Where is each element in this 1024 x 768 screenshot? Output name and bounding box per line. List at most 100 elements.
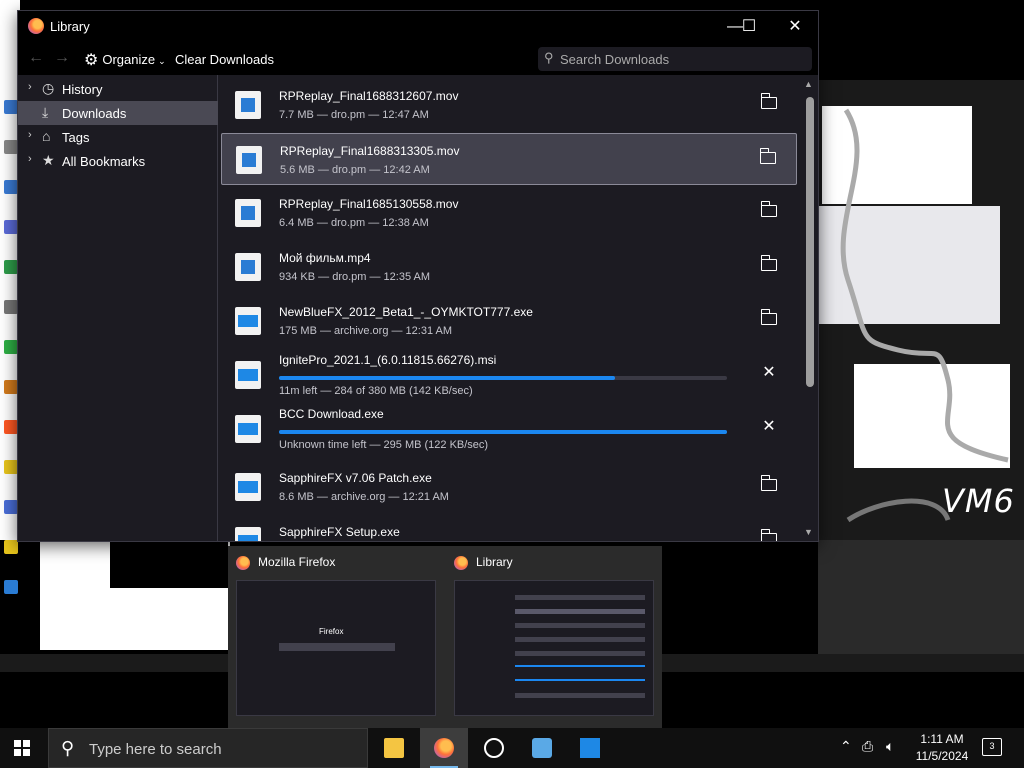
desktop-app-icon[interactable] xyxy=(4,100,18,114)
organize-button[interactable]: ⚙ Organize ⌄ xyxy=(84,50,166,70)
folder-icon[interactable] xyxy=(760,201,777,217)
preview-row xyxy=(515,693,645,698)
folder-icon[interactable] xyxy=(760,255,777,271)
download-item[interactable]: Мой фильм.mp4 934 KB — dro.pm — 12:35 AM xyxy=(221,241,797,293)
taskbar-firefox[interactable] xyxy=(420,728,468,768)
thumbnail-library[interactable]: Library xyxy=(446,546,662,728)
scroll-up-arrow[interactable]: ▲ xyxy=(804,79,813,89)
window-title: Library xyxy=(50,19,90,34)
forward-button[interactable]: → xyxy=(54,49,70,67)
taskbar-sync-app[interactable] xyxy=(470,728,518,768)
folder-icon[interactable] xyxy=(760,93,777,109)
taskbar-video-editor[interactable] xyxy=(566,728,614,768)
firefox-icon xyxy=(454,556,468,570)
cancel-icon[interactable]: ✕ xyxy=(759,417,779,437)
preview-row xyxy=(515,609,645,614)
desktop-app-icon[interactable] xyxy=(4,340,18,354)
desktop-app-icon[interactable] xyxy=(4,540,18,554)
firefox-icon xyxy=(434,738,454,758)
chevron-right-icon[interactable]: › xyxy=(28,153,32,165)
video-editor-icon xyxy=(580,738,600,758)
preview-row xyxy=(515,637,645,642)
desktop-app-icon[interactable] xyxy=(4,220,18,234)
sidebar-item-downloads[interactable]: ⤓ Downloads xyxy=(18,101,218,125)
download-progress-bar xyxy=(279,376,727,380)
search-icon: ⚲ xyxy=(544,50,554,65)
folder-icon[interactable] xyxy=(760,529,777,541)
desktop-app-icon[interactable] xyxy=(4,500,18,514)
tag-icon: ⌂ xyxy=(42,128,51,144)
desktop-app-icon[interactable] xyxy=(4,420,18,434)
folder-icon[interactable] xyxy=(760,309,777,325)
download-item[interactable]: SapphireFX v7.06 Patch.exe 8.6 MB — arch… xyxy=(221,461,797,513)
wallpaper-art xyxy=(818,80,1024,540)
desktop-app-icon[interactable] xyxy=(4,140,18,154)
desktop-app-icon[interactable] xyxy=(4,460,18,474)
download-item[interactable]: RPReplay_Final1688313305.mov 5.6 MB — dr… xyxy=(221,133,797,185)
sync-icon xyxy=(484,738,504,758)
desktop-app-icon[interactable] xyxy=(4,260,18,274)
wallpaper-art-lower xyxy=(818,540,1024,660)
scrollbar-thumb[interactable] xyxy=(806,97,814,387)
preview-row xyxy=(515,623,645,628)
notification-icon[interactable]: 3 xyxy=(982,738,1002,756)
preview-search-bar xyxy=(279,643,395,651)
network-icon[interactable]: ⎙ xyxy=(862,738,873,755)
sidebar-item-tags[interactable]: › ⌂ Tags xyxy=(18,125,218,149)
taskbar-thumbnail-popup: Mozilla Firefox Firefox Library xyxy=(228,546,662,728)
taskbar-clock[interactable]: 1:11 AM 11/5/2024 xyxy=(912,731,972,765)
chevron-up-icon[interactable]: ⌃ xyxy=(840,738,852,755)
preview-row xyxy=(515,651,645,656)
taskbar-media-app[interactable] xyxy=(518,728,566,768)
scroll-down-arrow[interactable]: ▼ xyxy=(804,527,813,537)
download-item[interactable]: NewBlueFX_2012_Beta1_-_OYMKTOT777.exe 17… xyxy=(221,295,797,347)
back-button[interactable]: ← xyxy=(28,49,44,67)
download-item[interactable]: BCC Download.exe Unknown time left — 295… xyxy=(221,403,797,455)
clear-downloads-button[interactable]: Clear Downloads xyxy=(175,52,274,67)
preview-progress xyxy=(515,679,645,681)
firefox-icon xyxy=(236,556,250,570)
wallpaper-text: VM6 xyxy=(942,482,1015,520)
download-filename: RPReplay_Final1685130558.mov xyxy=(279,197,459,211)
maximize-button[interactable]: ☐ xyxy=(732,15,766,39)
thumbnail-preview: Firefox xyxy=(236,580,436,716)
video-file-icon xyxy=(236,146,262,174)
thumbnail-mozilla-firefox[interactable]: Mozilla Firefox Firefox xyxy=(228,546,444,728)
sidebar-item-all-bookmarks[interactable]: › ★ All Bookmarks xyxy=(18,149,218,173)
download-filename: RPReplay_Final1688312607.mov xyxy=(279,89,459,103)
download-item[interactable]: RPReplay_Final1685130558.mov 6.4 MB — dr… xyxy=(221,187,797,239)
video-file-icon xyxy=(235,199,261,227)
download-filename: SapphireFX Setup.exe xyxy=(279,525,400,539)
download-filename: BCC Download.exe xyxy=(279,407,384,421)
volume-icon[interactable]: 🔈︎ xyxy=(886,738,894,755)
desktop-app-icon[interactable] xyxy=(4,580,18,594)
sidebar-item-label: All Bookmarks xyxy=(62,154,146,169)
scrollbar[interactable]: ▲ ▼ xyxy=(800,75,818,541)
folder-icon[interactable] xyxy=(759,148,776,164)
search-downloads-input[interactable] xyxy=(560,50,800,68)
windows-start-icon[interactable] xyxy=(14,740,30,756)
taskbar-search-placeholder: Type here to search xyxy=(89,741,222,758)
desktop-app-icon[interactable] xyxy=(4,380,18,394)
search-box[interactable]: ⚲ xyxy=(538,47,812,71)
download-status: 11m left — 284 of 380 MB (142 KB/sec) xyxy=(279,385,473,397)
download-item[interactable]: SapphireFX Setup.exe xyxy=(221,515,797,541)
chevron-right-icon[interactable]: › xyxy=(28,129,32,141)
folder-icon[interactable] xyxy=(760,475,777,491)
download-item[interactable]: RPReplay_Final1688312607.mov 7.7 MB — dr… xyxy=(221,79,797,131)
taskbar-search-box[interactable]: ⚲ Type here to search xyxy=(48,728,368,768)
sidebar-item-history[interactable]: › ◷ History xyxy=(18,77,218,101)
clock-time: 1:11 AM xyxy=(920,732,964,746)
close-button[interactable]: ✕ xyxy=(778,15,812,39)
thumbnail-title: Library xyxy=(476,555,513,569)
download-item[interactable]: IgnitePro_2021.1_(6.0.11815.66276).msi 1… xyxy=(221,349,797,401)
chevron-right-icon[interactable]: › xyxy=(28,81,32,93)
download-filename: Мой фильм.mp4 xyxy=(279,251,371,265)
desktop-app-icon[interactable] xyxy=(4,180,18,194)
title-bar[interactable]: Library — ☐ ✕ xyxy=(18,11,818,43)
taskbar-file-explorer[interactable] xyxy=(370,728,418,768)
cancel-icon[interactable]: ✕ xyxy=(759,363,779,383)
download-filename: IgnitePro_2021.1_(6.0.11815.66276).msi xyxy=(279,353,497,367)
download-filename: RPReplay_Final1688313305.mov xyxy=(280,144,460,158)
desktop-app-icon[interactable] xyxy=(4,300,18,314)
